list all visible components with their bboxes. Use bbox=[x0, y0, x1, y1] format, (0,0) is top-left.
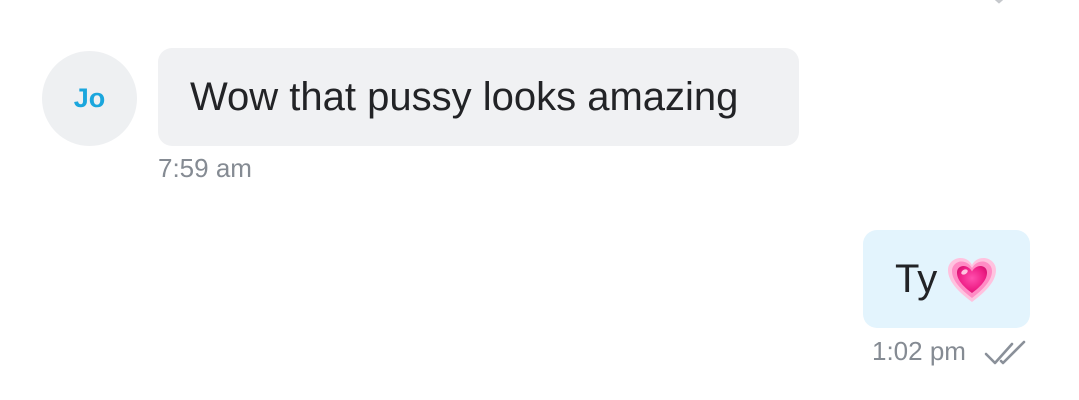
incoming-message-timestamp: 7:59 am bbox=[158, 153, 252, 183]
outgoing-message-text: Ty bbox=[895, 256, 938, 301]
outgoing-message-bubble[interactable]: Ty bbox=[863, 230, 1030, 328]
growing-heart-icon bbox=[948, 258, 997, 302]
avatar-initials: Jo bbox=[73, 83, 106, 113]
outgoing-message-timestamp: 1:02 pm bbox=[872, 336, 966, 366]
avatar[interactable]: Jo bbox=[42, 51, 137, 146]
double-check-read-icon bbox=[984, 340, 1026, 365]
chat-conversation: Jo Wow that pussy looks amazing 7:59 am … bbox=[0, 0, 1079, 400]
chevron-icon bbox=[994, 0, 1004, 4]
incoming-message-bubble[interactable]: Wow that pussy looks amazing bbox=[158, 48, 799, 146]
incoming-message-text: Wow that pussy looks amazing bbox=[190, 74, 739, 119]
